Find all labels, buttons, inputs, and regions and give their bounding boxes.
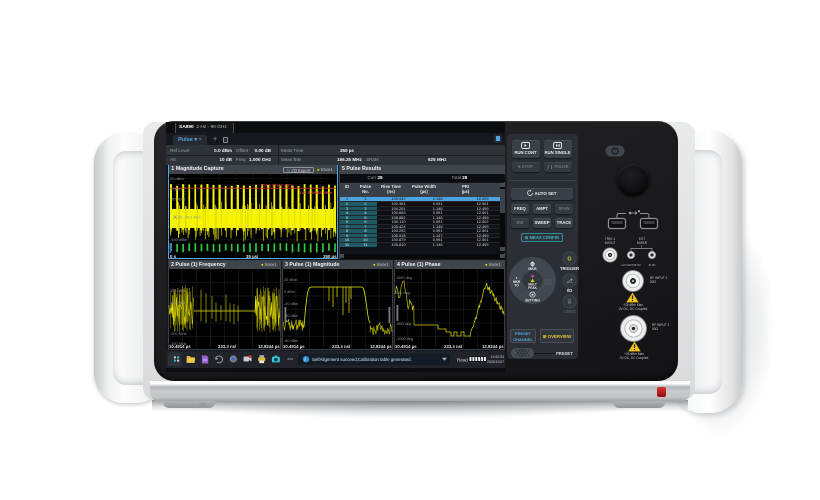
svg-text:TO: TO: [514, 284, 519, 288]
svg-text:20 dBm: 20 dBm: [284, 278, 297, 282]
svg-text:300 MHz: 300 MHz: [170, 289, 185, 293]
svg-text:2025/10/07: 2025/10/07: [487, 360, 504, 364]
svg-text:-500 deg: -500 deg: [396, 322, 411, 326]
svg-text:0 dBm: 0 dBm: [284, 290, 295, 294]
svg-text:0 dBm: 0 dBm: [170, 186, 182, 191]
svg-text:LO OUT/IF IN: LO OUT/IF IN: [621, 263, 640, 267]
svg-text:FUNC: FUNC: [544, 282, 554, 286]
svg-text:MKR: MKR: [528, 267, 537, 271]
svg-text:-1000 deg: -1000 deg: [396, 337, 413, 341]
svg-text:-40 dBm: -40 dBm: [284, 314, 298, 318]
svg-text:35 µs/: 35 µs/: [246, 254, 259, 259]
svg-text:Ref 5.10367 dBm: Ref 5.10367 dBm: [261, 182, 293, 187]
svg-text:0 s: 0 s: [170, 254, 177, 259]
svg-text:G: G: [567, 257, 571, 263]
svg-text:D4: 5.34455 dBm: D4: 5.34455 dBm: [300, 189, 332, 194]
svg-text:-100 dBm: -100 dBm: [170, 237, 188, 242]
svg-text:200 MHz: 200 MHz: [170, 301, 185, 305]
svg-text:SETTING: SETTING: [525, 299, 540, 303]
svg-text:SelfAlignment succeed;Calibrat: SelfAlignment succeed;Calibration table …: [312, 357, 412, 362]
svg-text:500 deg: 500 deg: [396, 291, 410, 295]
svg-text:14:52:53: 14:52:53: [491, 355, 504, 359]
svg-text:-80 dBm: -80 dBm: [284, 339, 298, 343]
svg-text:M1 -45.3 dBm: M1 -45.3 dBm: [178, 215, 201, 219]
svg-text:20 dBm: 20 dBm: [170, 176, 184, 181]
svg-text:PEAK: PEAK: [528, 286, 538, 290]
svg-text:350 µs: 350 µs: [323, 254, 337, 259]
svg-text:⎇: ⎇: [566, 278, 573, 285]
svg-text:i: i: [304, 357, 305, 362]
svg-text:-20 dBm: -20 dBm: [284, 302, 298, 306]
svg-text:-20 dBm: -20 dBm: [170, 196, 186, 201]
svg-text:1000 deg: 1000 deg: [396, 276, 412, 280]
svg-text:-200 MHz: -200 MHz: [170, 332, 187, 336]
svg-text:IF IN: IF IN: [649, 263, 656, 267]
